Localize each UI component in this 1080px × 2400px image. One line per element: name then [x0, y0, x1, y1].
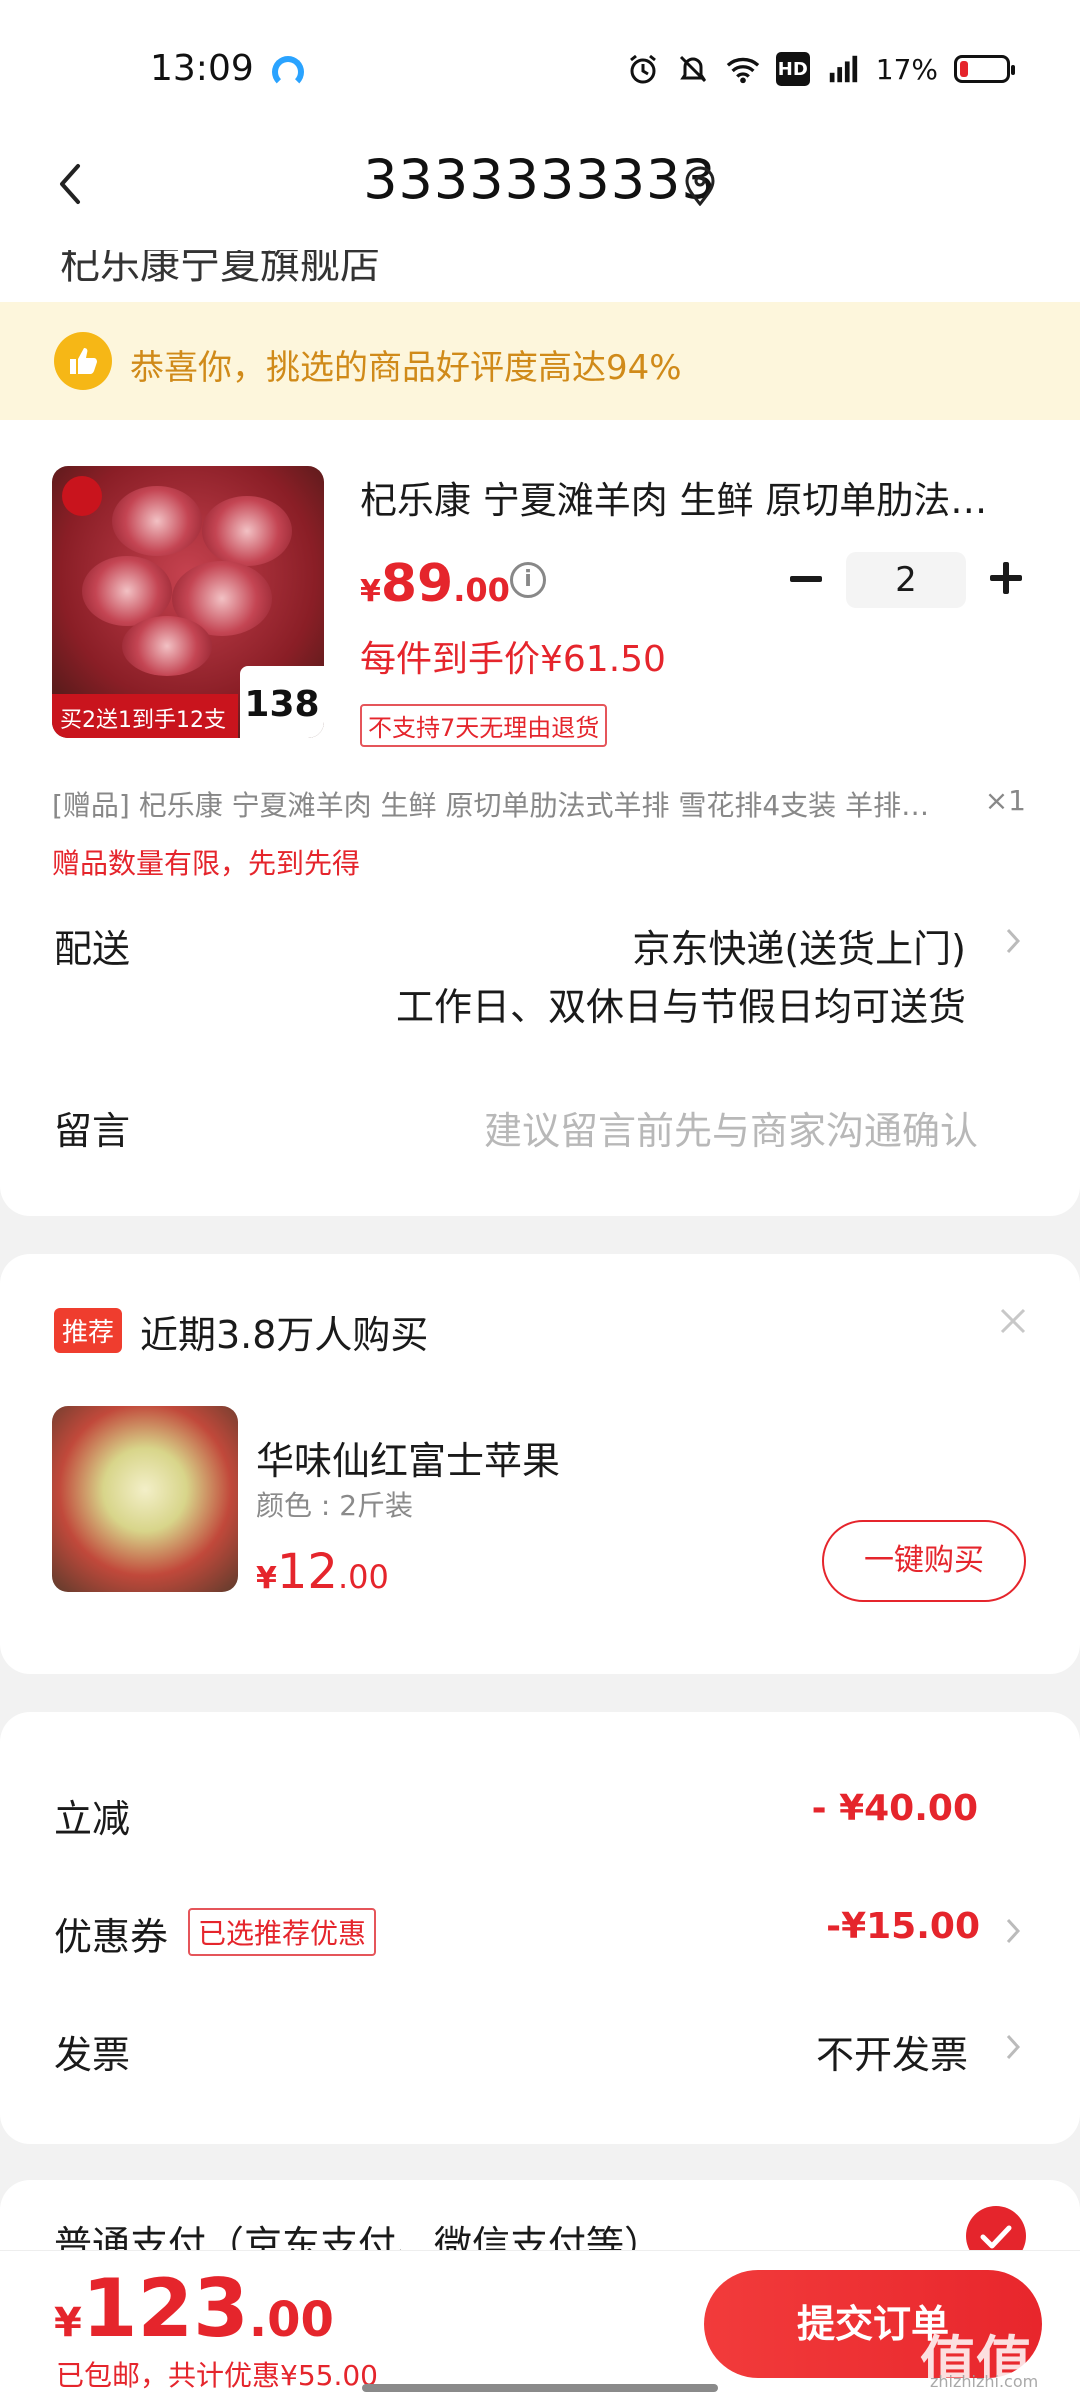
status-icons: HD 17%	[626, 52, 1015, 86]
watermark-site: zhizhizhi.com	[930, 2372, 1039, 2391]
location-pin-icon[interactable]	[682, 166, 718, 206]
delivery-schedule: 工作日、双休日与节假日均可送货	[395, 985, 966, 1029]
coupon-value[interactable]: -¥15.00	[826, 1906, 980, 1947]
unit-price: 每件到手价¥61.50	[360, 639, 666, 680]
status-bar: 13:09 HD 17%	[0, 0, 1080, 140]
recommend-tag: 推荐	[54, 1308, 123, 1353]
battery-percent: 17%	[875, 52, 938, 86]
recommend-item-spec: 颜色 : 2斤装	[256, 1489, 414, 1522]
message-input[interactable]: 建议留言前先与商家沟通确认	[484, 1100, 978, 1155]
invoice-value[interactable]: 不开发票	[816, 2024, 968, 2079]
hd-icon: HD	[775, 52, 810, 86]
battery-icon	[954, 55, 1015, 83]
image-price-tag: 138	[240, 666, 324, 738]
delivery-label: 配送	[54, 927, 131, 971]
product-name[interactable]: 杞乐康 宁夏滩羊肉 生鲜 原切单肋法式羊排 雪花排4支装	[360, 470, 1020, 524]
address-peek-text: 杞乐康宁夏旗舰店	[60, 250, 380, 288]
loading-icon	[272, 56, 304, 88]
coupon-tag: 已选推荐优惠	[188, 1908, 377, 1956]
wifi-icon	[726, 52, 760, 86]
total-note: 已包邮，共计优惠¥55.00	[56, 2359, 378, 2392]
chevron-right-icon[interactable]	[1004, 1916, 1022, 1946]
no-return-badge: 不支持7天无理由退货	[360, 704, 608, 747]
gift-item[interactable]: [赠品] 杞乐康 宁夏滩羊肉 生鲜 原切单肋法式羊排 雪花排4支装 羊排…	[52, 784, 972, 824]
instant-discount-label: 立减	[54, 1797, 131, 1841]
quantity-plus-button[interactable]	[990, 562, 1022, 594]
signal-icon	[826, 52, 860, 86]
alarm-icon	[626, 52, 660, 86]
mute-bell-icon	[676, 52, 710, 86]
one-click-buy-button[interactable]: 一键购买	[822, 1520, 1026, 1602]
banner-text: 恭喜你，挑选的商品好评度高达94%	[130, 348, 682, 388]
gift-note: 赠品数量有限，先到先得	[52, 847, 361, 880]
delivery-method[interactable]: 京东快递(送货上门)	[632, 918, 966, 973]
address-peek: 杞乐康宁夏旗舰店	[0, 250, 1080, 302]
quantity-field[interactable]: 2	[846, 552, 966, 608]
product-image[interactable]: 买2送1到手12支 138	[52, 466, 324, 738]
top-nav: 3333333333	[0, 120, 1080, 250]
chevron-right-icon[interactable]	[1004, 926, 1022, 956]
status-time: 13:09	[150, 48, 254, 89]
instant-discount-value: - ¥40.00	[811, 1788, 978, 1829]
page-title: 3333333333	[363, 148, 717, 211]
product-price: ¥89.00	[360, 554, 510, 614]
close-icon[interactable]	[998, 1306, 1028, 1336]
image-promo-badge: 买2送1到手12支	[52, 694, 238, 738]
coupon-label: 优惠券	[54, 1915, 169, 1959]
recommend-item-name[interactable]: 华味仙红富士苹果	[256, 1430, 560, 1485]
rating-banner: 恭喜你，挑选的商品好评度高达94%	[0, 302, 1080, 420]
message-label: 留言	[54, 1109, 131, 1153]
quantity-minus-button[interactable]	[790, 576, 822, 582]
brand-logo	[62, 476, 102, 516]
apple-image[interactable]	[52, 1406, 238, 1592]
recommend-title: 近期3.8万人购买	[140, 1313, 429, 1357]
gift-quantity: ×1	[984, 784, 1026, 817]
chevron-right-icon[interactable]	[1004, 2032, 1022, 2062]
home-indicator[interactable]	[362, 2384, 718, 2392]
info-icon[interactable]: i	[510, 562, 546, 598]
recommend-item-price: ¥12.00	[256, 1544, 389, 1600]
thumbs-up-icon	[54, 332, 112, 390]
invoice-label: 发票	[54, 2033, 131, 2077]
total-price: ¥123.00	[54, 2262, 334, 2355]
